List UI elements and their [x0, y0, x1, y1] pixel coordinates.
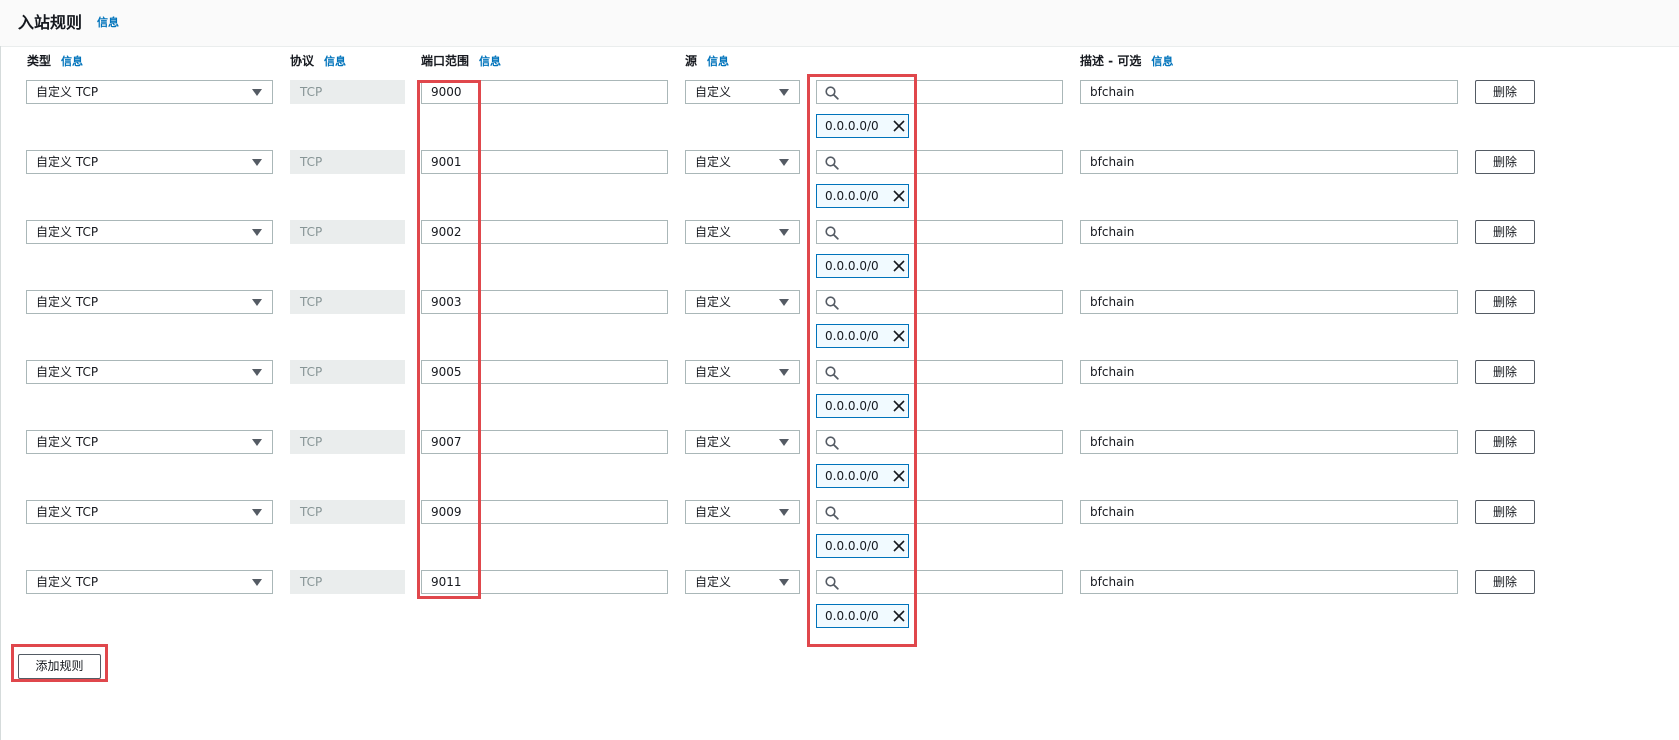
protocol-field: TCP	[290, 80, 405, 104]
source-cidr-highlight-box	[807, 74, 917, 647]
type-select[interactable]: 自定义 TCP	[26, 220, 273, 244]
caret-down-icon	[779, 439, 789, 446]
type-value: 自定义 TCP	[36, 225, 99, 239]
type-select[interactable]: 自定义 TCP	[26, 80, 273, 104]
delete-rule-button[interactable]: 删除	[1475, 220, 1535, 244]
header-source-info-link[interactable]: 信息	[707, 55, 729, 68]
source-type-select[interactable]: 自定义	[685, 220, 800, 244]
description-input[interactable]: bfchain	[1080, 290, 1458, 314]
inbound-rules-panel: 入站规则 信息 类型 信息 协议 信息 端口范围 信息 源信息 描述 - 可选 信息 自…	[0, 0, 1679, 740]
source-type-value: 自定义	[695, 575, 732, 589]
caret-down-icon	[779, 89, 789, 96]
type-value: 自定义 TCP	[36, 85, 99, 99]
caret-down-icon	[779, 579, 789, 586]
caret-down-icon	[779, 369, 789, 376]
type-value: 自定义 TCP	[36, 295, 99, 309]
source-type-select[interactable]: 自定义	[685, 570, 800, 594]
header-protocol: 协议 信息	[290, 52, 346, 69]
header-type-info-link[interactable]: 信息	[61, 55, 83, 68]
source-type-select[interactable]: 自定义	[685, 290, 800, 314]
caret-down-icon	[252, 439, 262, 446]
header-protocol-info-link[interactable]: 信息	[324, 55, 346, 68]
description-input[interactable]: bfchain	[1080, 220, 1458, 244]
source-type-value: 自定义	[695, 225, 732, 239]
source-type-value: 自定义	[695, 435, 732, 449]
type-select[interactable]: 自定义 TCP	[26, 500, 273, 524]
protocol-field: TCP	[290, 500, 405, 524]
type-value: 自定义 TCP	[36, 575, 99, 589]
delete-rule-button[interactable]: 删除	[1475, 150, 1535, 174]
header-description-label: 描述 - 可选	[1080, 54, 1142, 68]
source-type-value: 自定义	[695, 85, 732, 99]
protocol-field: TCP	[290, 360, 405, 384]
description-input[interactable]: bfchain	[1080, 500, 1458, 524]
type-value: 自定义 TCP	[36, 435, 99, 449]
type-select[interactable]: 自定义 TCP	[26, 430, 273, 454]
header-type-label: 类型	[27, 54, 52, 68]
protocol-field: TCP	[290, 150, 405, 174]
source-type-value: 自定义	[695, 505, 732, 519]
type-select[interactable]: 自定义 TCP	[26, 360, 273, 384]
header-port-range-info-link[interactable]: 信息	[479, 55, 501, 68]
type-select[interactable]: 自定义 TCP	[26, 570, 273, 594]
header-protocol-label: 协议	[290, 54, 315, 68]
header-source-label: 源	[685, 54, 698, 68]
description-input[interactable]: bfchain	[1080, 570, 1458, 594]
delete-rule-button[interactable]: 删除	[1475, 290, 1535, 314]
caret-down-icon	[252, 299, 262, 306]
description-input[interactable]: bfchain	[1080, 360, 1458, 384]
source-type-select[interactable]: 自定义	[685, 360, 800, 384]
caret-down-icon	[779, 509, 789, 516]
header-source: 源信息	[685, 52, 729, 69]
header-description: 描述 - 可选 信息	[1080, 52, 1173, 69]
caret-down-icon	[779, 229, 789, 236]
type-select[interactable]: 自定义 TCP	[26, 290, 273, 314]
source-type-value: 自定义	[695, 155, 732, 169]
type-value: 自定义 TCP	[36, 365, 99, 379]
header-port-range: 端口范围 信息	[421, 52, 501, 69]
caret-down-icon	[252, 509, 262, 516]
type-value: 自定义 TCP	[36, 505, 99, 519]
description-input[interactable]: bfchain	[1080, 80, 1458, 104]
delete-rule-button[interactable]: 删除	[1475, 80, 1535, 104]
section-header: 入站规则 信息	[0, 0, 1679, 47]
source-type-value: 自定义	[695, 295, 732, 309]
type-select[interactable]: 自定义 TCP	[26, 150, 273, 174]
caret-down-icon	[252, 159, 262, 166]
source-type-value: 自定义	[695, 365, 732, 379]
add-rule-highlight-box	[11, 644, 108, 682]
caret-down-icon	[252, 229, 262, 236]
caret-down-icon	[252, 579, 262, 586]
header-description-info-link[interactable]: 信息	[1151, 55, 1173, 68]
protocol-field: TCP	[290, 430, 405, 454]
source-type-select[interactable]: 自定义	[685, 80, 800, 104]
protocol-field: TCP	[290, 290, 405, 314]
type-value: 自定义 TCP	[36, 155, 99, 169]
protocol-field: TCP	[290, 220, 405, 244]
header-port-range-label: 端口范围	[421, 54, 470, 68]
caret-down-icon	[779, 159, 789, 166]
source-type-select[interactable]: 自定义	[685, 430, 800, 454]
delete-rule-button[interactable]: 删除	[1475, 500, 1535, 524]
source-type-select[interactable]: 自定义	[685, 150, 800, 174]
port-range-highlight-box	[417, 80, 481, 599]
caret-down-icon	[779, 299, 789, 306]
caret-down-icon	[252, 369, 262, 376]
description-input[interactable]: bfchain	[1080, 430, 1458, 454]
section-info-link[interactable]: 信息	[97, 14, 119, 30]
header-type: 类型 信息	[27, 52, 83, 69]
section-title: 入站规则	[18, 13, 83, 32]
delete-rule-button[interactable]: 删除	[1475, 360, 1535, 384]
source-type-select[interactable]: 自定义	[685, 500, 800, 524]
delete-rule-button[interactable]: 删除	[1475, 570, 1535, 594]
caret-down-icon	[252, 89, 262, 96]
description-input[interactable]: bfchain	[1080, 150, 1458, 174]
protocol-field: TCP	[290, 570, 405, 594]
delete-rule-button[interactable]: 删除	[1475, 430, 1535, 454]
